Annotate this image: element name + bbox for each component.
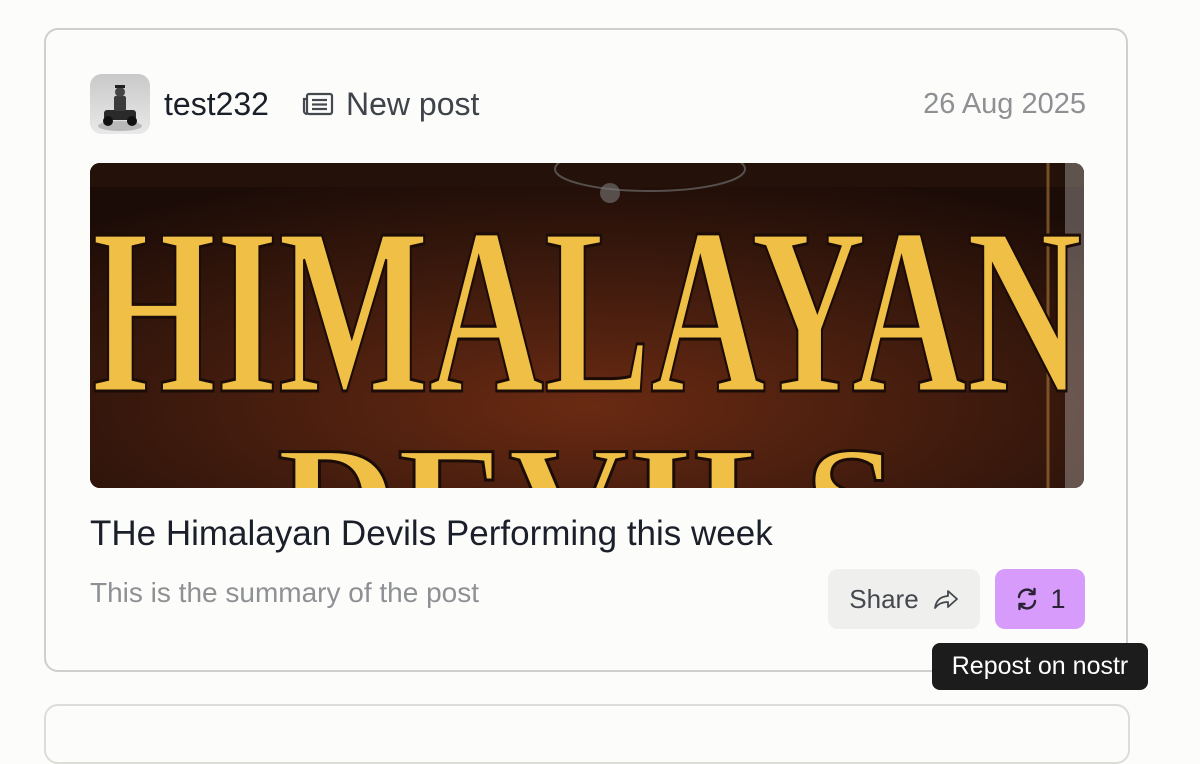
author-name[interactable]: test232 xyxy=(164,86,269,122)
cover-title-line2: DEVILS xyxy=(277,412,897,488)
cover-artwork: HIMALAYAN DEVILS xyxy=(90,163,1084,488)
share-arrow-icon xyxy=(933,588,959,610)
post-type-label: New post xyxy=(346,86,479,122)
repost-button[interactable]: 1 xyxy=(995,569,1085,629)
post-date: 26 Aug 2025 xyxy=(923,86,1086,122)
post-header: test232 New post 26 Aug 2025 xyxy=(90,74,1086,134)
repost-icon xyxy=(1014,586,1040,612)
share-button-label: Share xyxy=(849,584,918,614)
avatar-image xyxy=(90,74,150,134)
next-post-card xyxy=(44,704,1130,764)
post-summary: This is the summary of the post xyxy=(90,576,479,610)
cover-title-line1: HIMALAYAN xyxy=(92,180,1082,443)
repost-tooltip: Repost on nostr xyxy=(932,643,1148,690)
post-type: New post xyxy=(302,86,479,122)
repost-count: 1 xyxy=(1050,584,1065,614)
post-title[interactable]: THe Himalayan Devils Performing this wee… xyxy=(90,514,773,554)
cover-image[interactable]: HIMALAYAN DEVILS xyxy=(90,163,1084,488)
avatar[interactable] xyxy=(90,74,150,134)
newspaper-icon xyxy=(302,91,334,117)
post-card: test232 New post 26 Aug 2025 xyxy=(44,28,1128,672)
share-button[interactable]: Share xyxy=(828,569,980,629)
